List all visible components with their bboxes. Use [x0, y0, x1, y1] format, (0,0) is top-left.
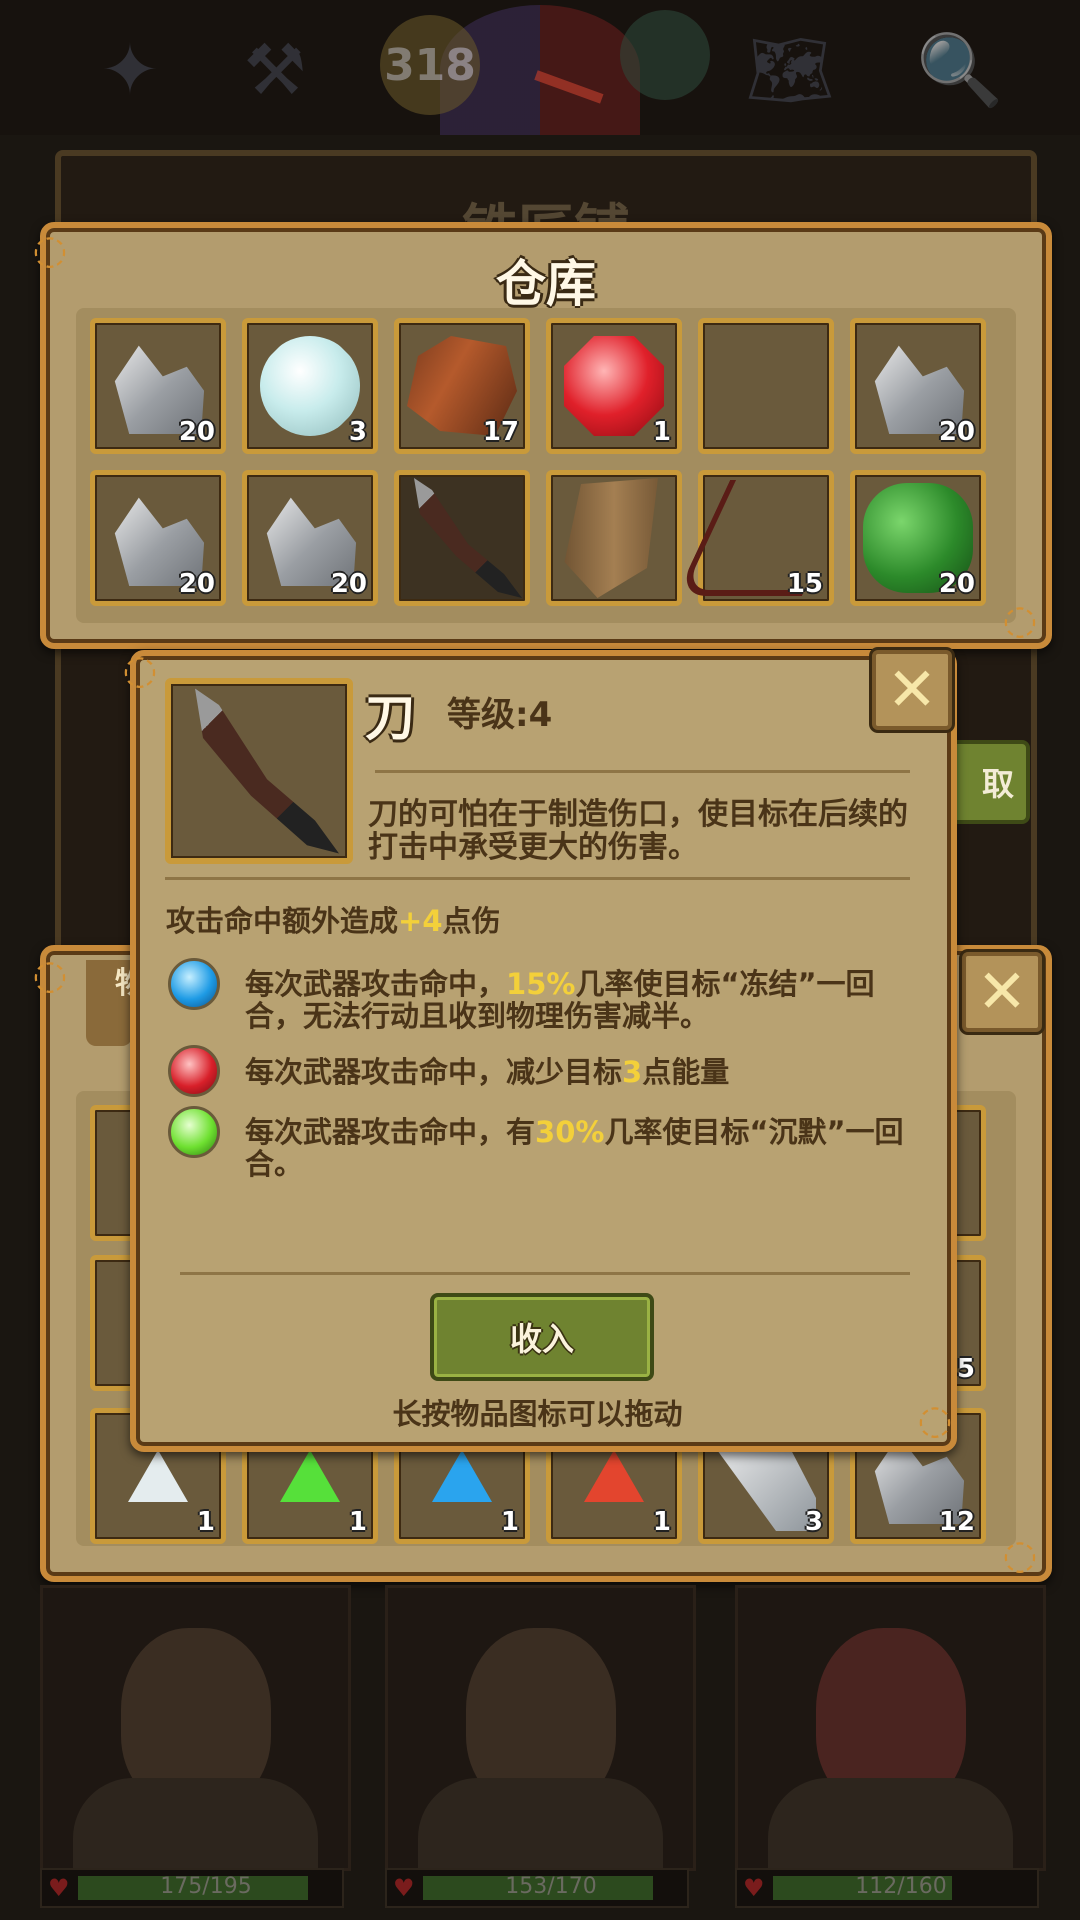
corner-ornament: ◌	[122, 647, 158, 693]
attack-bonus-prefix: 攻击命中额外造成	[166, 904, 399, 938]
attack-bonus: 攻击命中额外造成+4点伤	[166, 905, 501, 937]
green-gem-icon	[168, 1106, 220, 1158]
item-description: 刀的可怕在于制造伤口，使目标在后续的打击中承受更大的伤害。	[368, 797, 908, 865]
hero-body	[768, 1778, 1013, 1868]
knife-icon	[195, 688, 339, 854]
effect-text: 点能量	[642, 1055, 730, 1089]
effect-text: 每次武器攻击命中，有	[245, 1115, 536, 1149]
attack-bonus-suffix: 点伤	[442, 904, 501, 938]
divider	[180, 1272, 910, 1275]
item-count: 1	[196, 1507, 215, 1537]
effect-highlight: 3	[622, 1055, 643, 1089]
diamond-icon	[260, 336, 360, 436]
heart-icon: ♥	[743, 1874, 765, 1902]
branch-icon	[675, 480, 857, 596]
blue-gem-icon	[432, 1450, 492, 1502]
warehouse-slot-diamond[interactable]: 3	[242, 318, 378, 454]
item-count: 17	[482, 417, 519, 447]
hero-portrait-shaman[interactable]	[385, 1585, 696, 1871]
item-level: 等级:4	[447, 695, 553, 735]
bag-close-button[interactable]: ✕	[962, 952, 1042, 1032]
effect-highlight: 30%	[535, 1115, 605, 1149]
magnifier-icon[interactable]: 🔍	[900, 20, 1020, 120]
divider	[375, 770, 910, 773]
item-count: 1	[652, 1507, 671, 1537]
item-count: 3	[804, 1507, 823, 1537]
item-preview	[165, 678, 353, 864]
item-count: 15	[786, 569, 823, 599]
day-counter: 318	[380, 15, 480, 115]
warehouse-slot-stone[interactable]: 20	[90, 318, 226, 454]
warehouse-slot-ruby[interactable]: 1	[546, 318, 682, 454]
effect-text: 每次武器攻击命中，减少目标	[245, 1055, 623, 1089]
take-button-label: 取	[981, 765, 1014, 803]
map-icon[interactable]: 🗺	[730, 20, 850, 120]
anvil-icon[interactable]: ⚒	[215, 20, 335, 120]
store-button[interactable]: 收入	[430, 1293, 654, 1381]
shield-icon	[564, 478, 658, 598]
hp-value: 175/195	[160, 1874, 252, 1899]
item-name: 刀	[365, 689, 415, 747]
item-count: 1	[500, 1507, 519, 1537]
effect-red: 每次武器攻击命中，减少目标3点能量	[245, 1056, 910, 1088]
blue-gem-icon	[168, 958, 220, 1010]
warehouse-slot-empty[interactable]	[698, 318, 834, 454]
white-gem-icon	[128, 1450, 188, 1502]
corner-ornament: ◌	[1002, 597, 1038, 643]
hero-body	[418, 1778, 663, 1868]
hp-bar: ♥ 175/195	[40, 1868, 344, 1908]
hero-portrait-rogue[interactable]	[735, 1585, 1046, 1871]
effect-green: 每次武器攻击命中，有30%几率使目标“沉默”一回合。	[245, 1116, 910, 1180]
item-count: 20	[178, 417, 215, 447]
ruby-icon	[564, 336, 664, 436]
weather-icon[interactable]	[620, 10, 710, 100]
item-count: 20	[938, 417, 975, 447]
item-count: 3	[348, 417, 367, 447]
item-count: 1	[652, 417, 671, 447]
item-count: 20	[178, 569, 215, 599]
warehouse-slot-stone[interactable]: 20	[90, 470, 226, 606]
warehouse-slot-branch[interactable]: 15	[675, 470, 857, 606]
heart-icon: ♥	[48, 1874, 70, 1902]
effect-blue: 每次武器攻击命中，15%几率使目标“冻结”一回合，无法行动且收到物理伤害减半。	[245, 968, 910, 1032]
effect-highlight: 15%	[506, 967, 576, 1001]
warehouse-slot-shield[interactable]	[546, 470, 682, 606]
warehouse-slot-stone[interactable]: 20	[850, 318, 986, 454]
hp-bar: ♥ 112/160	[735, 1868, 1039, 1908]
item-count: 1	[348, 1507, 367, 1537]
hp-value: 112/160	[855, 1874, 947, 1899]
corner-ornament: ◌	[32, 952, 68, 998]
warehouse-slot-knife-selected[interactable]	[394, 470, 530, 606]
red-gem-icon	[168, 1045, 220, 1097]
drag-hint: 长按物品图标可以拖动	[392, 1397, 683, 1431]
corner-ornament: ◌	[1002, 1532, 1038, 1578]
warehouse-title: 仓库	[496, 255, 596, 313]
effect-text: 每次武器攻击命中，	[245, 967, 507, 1001]
item-count: 5	[956, 1354, 975, 1384]
item-count: 20	[330, 569, 367, 599]
hero-portrait-warrior[interactable]	[40, 1585, 351, 1871]
item-count: 20	[938, 569, 975, 599]
green-gem-icon	[280, 1450, 340, 1502]
attack-bonus-value: +4	[398, 904, 443, 938]
top-hud: ✦ ⚒ 318 🗺 🔍	[0, 0, 1080, 135]
divider	[165, 877, 910, 880]
hp-value: 153/170	[505, 1874, 597, 1899]
heart-icon: ♥	[393, 1874, 415, 1902]
hp-bar: ♥ 153/170	[385, 1868, 689, 1908]
hero-body	[73, 1778, 318, 1868]
item-count: 12	[938, 1507, 975, 1537]
warehouse-slot-wood[interactable]: 17	[394, 318, 530, 454]
red-gem-icon	[584, 1450, 644, 1502]
corner-ornament: ◌	[32, 227, 68, 273]
wings-icon[interactable]: ✦	[70, 20, 190, 120]
warehouse-slot-stone[interactable]: 20	[242, 470, 378, 606]
warehouse-slot-herb[interactable]: 20	[850, 470, 986, 606]
knife-icon	[414, 478, 522, 598]
item-close-button[interactable]: ✕	[872, 650, 952, 730]
